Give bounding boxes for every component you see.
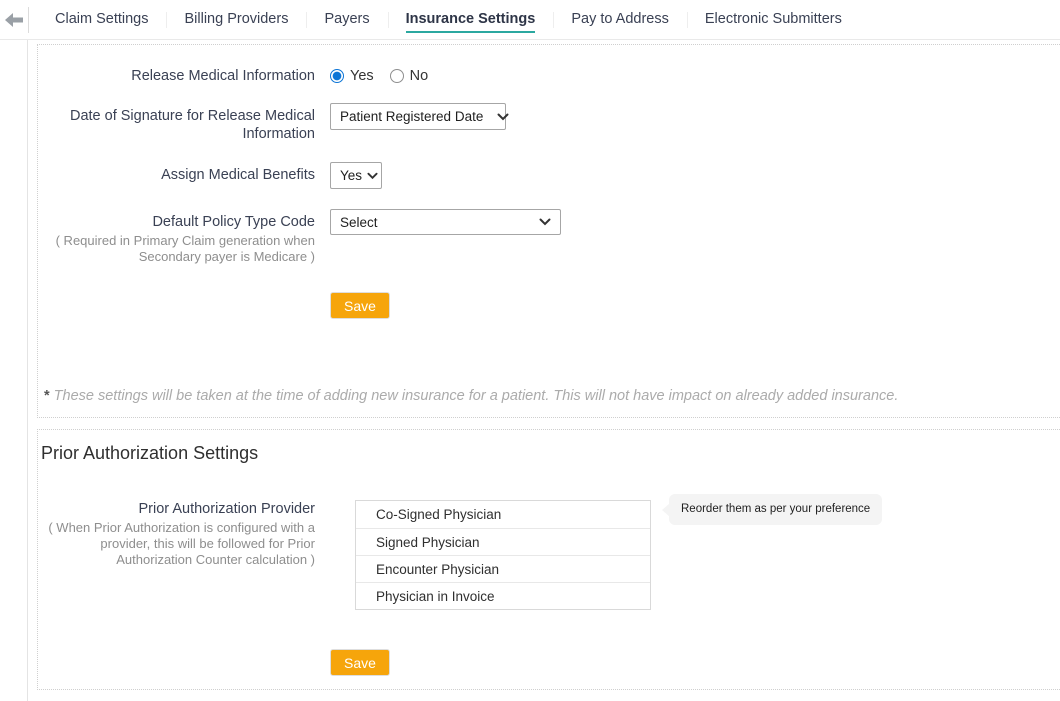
default-policy-type-code-hint: ( Required in Primary Claim generation w…	[38, 233, 315, 265]
prior-authorization-save-button[interactable]: Save	[330, 649, 390, 676]
footnote-asterisk: *	[44, 388, 50, 404]
tab-payers[interactable]: Payers	[306, 0, 387, 39]
footnote-text: These settings will be taken at the time…	[54, 388, 899, 404]
tab-label: Claim Settings	[55, 7, 148, 33]
assign-medical-benefits-label: Assign Medical Benefits	[38, 162, 315, 184]
tab-label: Electronic Submitters	[705, 7, 842, 33]
back-button[interactable]	[0, 0, 28, 40]
list-item-encounter-physician[interactable]: Encounter Physician	[356, 555, 650, 582]
tab-bar: Claim Settings Billing Providers Payers …	[0, 0, 1060, 40]
tab-billing-providers[interactable]: Billing Providers	[166, 0, 306, 39]
release-medical-information-radio-group: Yes No	[330, 68, 428, 84]
radio-option-yes[interactable]: Yes	[330, 68, 374, 84]
tab-bar-divider	[28, 7, 29, 33]
assign-medical-benefits-value: Yes	[340, 168, 362, 183]
radio-no-label: No	[410, 68, 429, 84]
tab-label: Payers	[324, 7, 369, 33]
date-of-signature-value: Patient Registered Date	[340, 109, 483, 124]
radio-yes-selected-icon[interactable]	[330, 69, 344, 83]
prior-authorization-provider-hint: ( When Prior Authorization is configured…	[38, 520, 315, 568]
prior-authorization-title: Prior Authorization Settings	[38, 430, 1060, 464]
tab-insurance-settings[interactable]: Insurance Settings	[388, 0, 554, 39]
list-item-signed-physician[interactable]: Signed Physician	[356, 528, 650, 555]
assign-medical-benefits-select[interactable]: Yes	[330, 162, 382, 189]
prior-authorization-provider-label: Prior Authorization Provider	[38, 500, 315, 518]
tab-list: Claim Settings Billing Providers Payers …	[37, 0, 860, 39]
chevron-down-icon	[497, 113, 509, 121]
insurance-save-button[interactable]: Save	[330, 292, 390, 319]
reorder-tooltip: Reorder them as per your preference	[669, 494, 882, 525]
provider-reorder-list: Co-Signed Physician Signed Physician Enc…	[355, 500, 651, 610]
default-policy-type-code-value: Select	[340, 215, 525, 230]
radio-option-no[interactable]: No	[390, 68, 429, 84]
insurance-settings-panel: Release Medical Information Yes No Date …	[37, 44, 1060, 418]
chevron-down-icon	[367, 172, 378, 180]
prior-authorization-panel: Prior Authorization Settings Prior Autho…	[37, 429, 1060, 690]
prior-authorization-provider-row: Prior Authorization Provider ( When Prio…	[38, 500, 1060, 610]
tab-label: Pay to Address	[571, 7, 669, 33]
default-policy-type-code-label: Default Policy Type Code	[38, 213, 315, 231]
tab-label: Billing Providers	[184, 7, 288, 33]
date-of-signature-select[interactable]: Patient Registered Date	[330, 103, 506, 130]
release-medical-information-row: Release Medical Information Yes No	[38, 67, 1060, 85]
default-policy-type-code-row: Default Policy Type Code ( Required in P…	[38, 209, 1060, 265]
date-of-signature-row: Date of Signature for Release Medical In…	[38, 103, 1060, 143]
back-arrow-icon	[5, 13, 23, 27]
list-item-physician-in-invoice[interactable]: Physician in Invoice	[356, 582, 650, 609]
tab-pay-to-address[interactable]: Pay to Address	[553, 0, 687, 39]
release-medical-information-label: Release Medical Information	[38, 67, 315, 85]
list-item-co-signed-physician[interactable]: Co-Signed Physician	[356, 501, 650, 528]
tab-claim-settings[interactable]: Claim Settings	[37, 0, 166, 39]
chevron-down-icon	[539, 218, 551, 226]
date-of-signature-label: Date of Signature for Release Medical In…	[38, 103, 315, 143]
radio-yes-label: Yes	[350, 68, 374, 84]
left-page-rule	[27, 40, 28, 701]
assign-medical-benefits-row: Assign Medical Benefits Yes	[38, 162, 1060, 189]
default-policy-type-code-select[interactable]: Select	[330, 209, 561, 235]
tab-label: Insurance Settings	[406, 7, 536, 33]
insurance-footnote: *These settings will be taken at the tim…	[44, 388, 1060, 404]
radio-no-unselected-icon[interactable]	[390, 69, 404, 83]
tab-electronic-submitters[interactable]: Electronic Submitters	[687, 0, 860, 39]
